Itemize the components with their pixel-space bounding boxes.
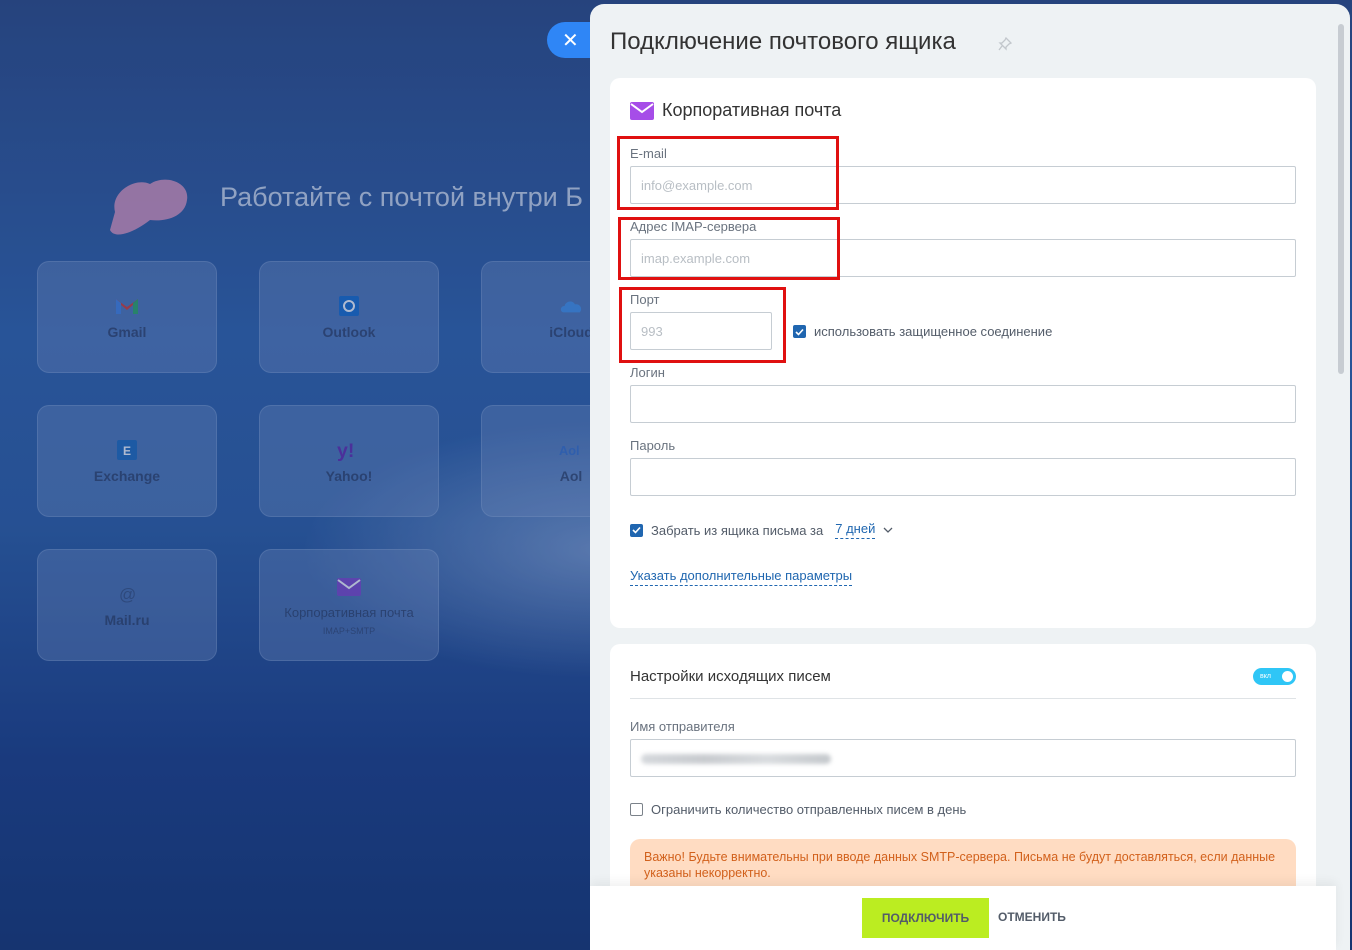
checkbox-unchecked-icon[interactable]: [630, 803, 643, 816]
toggle-knob: [1282, 671, 1293, 682]
fetch-mail-label: Забрать из ящика письма за: [651, 522, 824, 538]
password-field[interactable]: [630, 458, 1296, 496]
fetch-period-value: 7 дней: [835, 521, 876, 536]
cancel-button[interactable]: ОТМЕНИТЬ: [998, 910, 1066, 924]
envelope-icon: [630, 101, 654, 120]
password-label: Пароль: [630, 438, 676, 453]
ssl-checkbox[interactable]: использовать защищенное соединение: [793, 324, 1052, 339]
sender-name-field[interactable]: [630, 739, 1296, 777]
sender-name-label: Имя отправителя: [630, 719, 735, 734]
limit-checkbox[interactable]: Ограничить количество отправленных писем…: [630, 802, 966, 817]
chevron-down-icon[interactable]: [883, 527, 893, 533]
card-title: Корпоративная почта: [662, 100, 842, 120]
checkbox-checked-icon[interactable]: [793, 325, 806, 338]
outgoing-toggle[interactable]: вкл: [1253, 668, 1296, 685]
blurred-value: [641, 754, 831, 764]
fetch-mail-checkbox-row: Забрать из ящика письма за 7 дней: [630, 521, 893, 539]
pin-icon[interactable]: [998, 36, 1013, 51]
card-header: Корпоративная почта: [630, 100, 841, 121]
checkbox-checked-icon[interactable]: [630, 523, 643, 537]
section-title: Настройки исходящих писем: [630, 668, 831, 685]
scrollbar[interactable]: [1338, 24, 1344, 374]
login-label: Логин: [630, 365, 665, 380]
connect-button[interactable]: ПОДКЛЮЧИТЬ: [862, 898, 989, 938]
toggle-label: вкл: [1260, 673, 1271, 680]
login-field[interactable]: [630, 385, 1296, 423]
advanced-settings-link[interactable]: Указать дополнительные параметры: [630, 568, 853, 586]
footer-bar: ПОДКЛЮЧИТЬ ОТМЕНИТЬ: [590, 886, 1336, 950]
fetch-period-dropdown[interactable]: 7 дней: [835, 521, 876, 539]
highlight-box-email: [617, 136, 839, 210]
page-title: Подключение почтового ящика: [610, 28, 956, 55]
ssl-label: использовать защищенное соединение: [814, 324, 1053, 339]
highlight-box-imap: [618, 217, 840, 280]
limit-label: Ограничить количество отправленных писем…: [651, 802, 967, 817]
highlight-box-port: [619, 287, 786, 363]
divider: [630, 698, 1296, 699]
close-icon: ✕: [562, 29, 579, 52]
